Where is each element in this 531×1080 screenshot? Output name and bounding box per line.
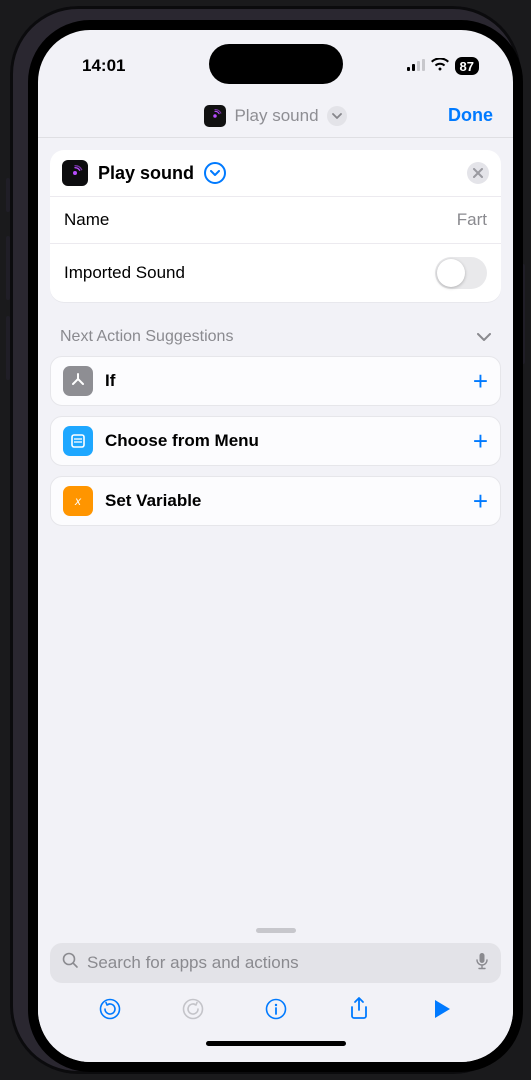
close-icon[interactable] [467, 162, 489, 184]
phone-bezel: 14:01 87 Play sound Done [28, 20, 523, 1072]
screen: 14:01 87 Play sound Done [38, 30, 513, 1062]
nav-title: Play sound [234, 106, 318, 126]
done-button[interactable]: Done [448, 94, 493, 137]
plus-icon[interactable]: + [473, 428, 488, 454]
suggestion-label: Set Variable [105, 491, 461, 511]
cellular-icon [407, 56, 425, 76]
wifi-icon [431, 56, 449, 76]
param-row-imported-sound: Imported Sound [50, 243, 501, 302]
action-card-header: Play sound [50, 150, 501, 196]
sheet-grabber[interactable] [256, 928, 296, 933]
menu-icon [63, 426, 93, 456]
chevron-down-icon[interactable] [327, 106, 347, 126]
branch-icon [63, 366, 93, 396]
param-row-name[interactable]: Name Fart [50, 196, 501, 243]
suggestion-label: Choose from Menu [105, 431, 461, 451]
redo-button [175, 997, 211, 1021]
chevron-down-icon [477, 328, 491, 346]
app-icon [62, 160, 88, 186]
action-title: Play sound [98, 163, 194, 184]
search-input[interactable] [87, 953, 467, 973]
status-indicators: 87 [407, 56, 479, 76]
content-area[interactable]: Play sound Name Fart Imported Sound [38, 138, 513, 920]
param-label: Name [64, 210, 109, 230]
suggestions-header[interactable]: Next Action Suggestions [50, 302, 501, 356]
nav-bar: Play sound Done [38, 94, 513, 138]
plus-icon[interactable]: + [473, 368, 488, 394]
play-button[interactable] [424, 998, 460, 1020]
param-label: Imported Sound [64, 263, 185, 283]
app-icon [204, 105, 226, 127]
variable-icon: x [63, 486, 93, 516]
info-button[interactable] [258, 997, 294, 1021]
search-bar[interactable] [50, 943, 501, 983]
svg-text:x: x [74, 494, 82, 508]
nav-title-group[interactable]: Play sound [204, 105, 346, 127]
param-value: Fart [457, 210, 487, 230]
suggestion-choose-from-menu[interactable]: Choose from Menu + [50, 416, 501, 466]
share-button[interactable] [341, 996, 377, 1022]
battery-indicator: 87 [455, 57, 479, 75]
dynamic-island [209, 44, 343, 84]
plus-icon[interactable]: + [473, 488, 488, 514]
toggle-knob [437, 259, 465, 287]
action-card: Play sound Name Fart Imported Sound [50, 150, 501, 302]
suggestion-if[interactable]: If + [50, 356, 501, 406]
suggestions-title: Next Action Suggestions [60, 328, 233, 346]
search-icon [62, 952, 79, 974]
undo-button[interactable] [92, 997, 128, 1021]
phone-frame: 14:01 87 Play sound Done [10, 6, 521, 1074]
mic-icon[interactable] [475, 952, 489, 975]
home-indicator[interactable] [206, 1041, 346, 1046]
toolbar [50, 983, 501, 1035]
imported-sound-toggle[interactable] [435, 257, 487, 289]
bottom-sheet [38, 920, 513, 1062]
status-time: 14:01 [82, 56, 125, 76]
collapse-button[interactable] [204, 162, 226, 184]
suggestion-set-variable[interactable]: x Set Variable + [50, 476, 501, 526]
suggestion-label: If [105, 371, 461, 391]
